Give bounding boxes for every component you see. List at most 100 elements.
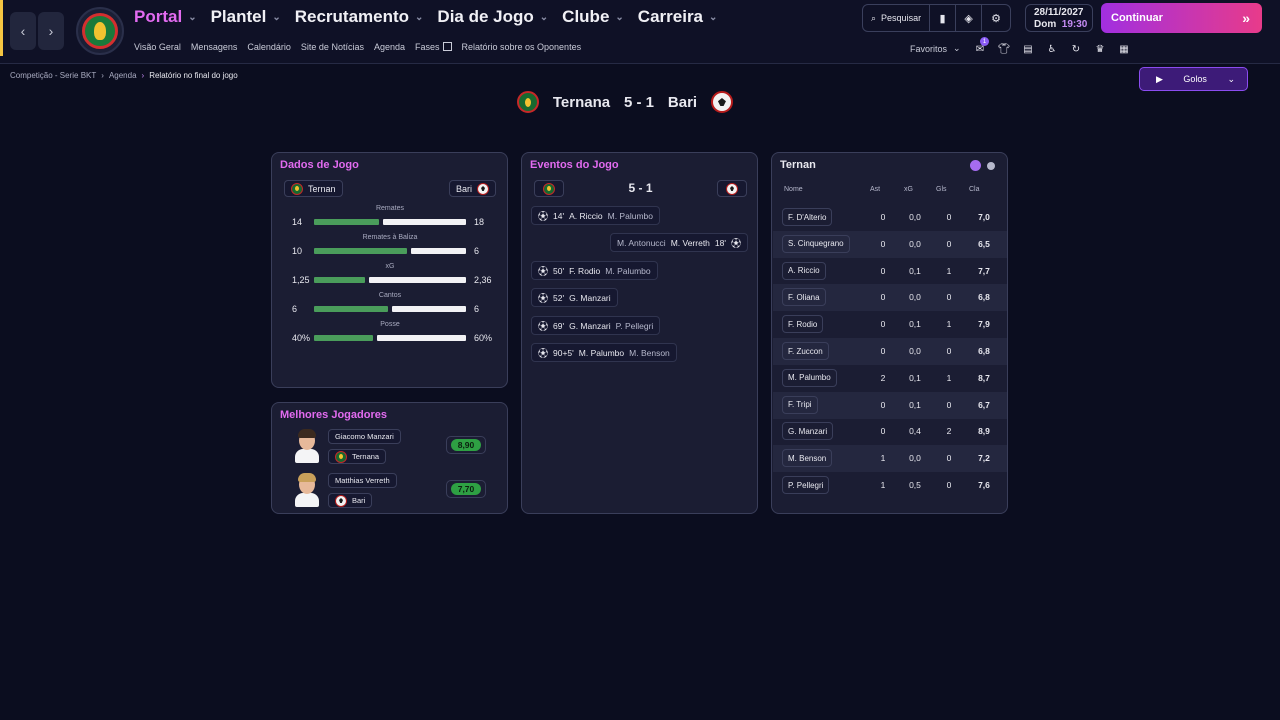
player-name[interactable]: F. D'Alterio (782, 208, 833, 226)
goal-event-row[interactable]: ⚽︎ 50' F. Rodio M. Palumbo (531, 261, 658, 280)
continue-button[interactable]: Continuar » (1101, 3, 1262, 33)
player-team-pill: Ternana (328, 449, 387, 464)
table-row[interactable]: F. Tripi 0 0,1 0 6,7 (773, 391, 1007, 419)
tactics-board-button[interactable]: ▤ (1020, 41, 1036, 57)
table-row[interactable]: A. Riccio 0 0,1 1 7,7 (773, 258, 1007, 285)
search-icon: ⌕ (871, 12, 877, 23)
breadcrumb-agenda[interactable]: Agenda (109, 71, 137, 80)
table-row[interactable]: S. Cinquegrano 0 0,0 0 6,5 (773, 230, 1007, 258)
subnav-visao-geral[interactable]: Visão Geral (134, 42, 181, 52)
back-button[interactable]: ‹ (10, 12, 36, 50)
nav-clube[interactable]: Clube ⌄ (562, 7, 624, 27)
search-button[interactable]: ⌕ Pesquisar (863, 5, 931, 31)
training-button[interactable]: ♿︎ (1044, 41, 1060, 57)
nav-recrutamento[interactable]: Recrutamento ⌄ (295, 7, 424, 27)
best-player-item[interactable]: Matthias Verreth Bari 7,70 (286, 473, 506, 515)
kit-button[interactable]: 👕︎ (996, 41, 1012, 57)
player-name[interactable]: M. Palumbo (782, 368, 837, 387)
date-display[interactable]: 28/11/2027 Dom 19:30 (1025, 4, 1093, 32)
stat-away-bar (383, 219, 466, 225)
player-name[interactable]: F. Zuccon (782, 342, 829, 360)
player-name[interactable]: A. Riccio (782, 261, 826, 280)
club-crest-button[interactable]: ◈ (956, 5, 983, 31)
clipboard-icon: ▤ (1023, 43, 1033, 55)
settings-button[interactable]: ⚙ (982, 5, 1010, 31)
xg-cell: 0,0 (909, 453, 921, 464)
stat-away-bar (377, 335, 466, 341)
date-text: 28/11/2027 (1034, 7, 1084, 18)
event-assist: M. Benson (629, 347, 670, 358)
player-name[interactable]: F. Oliana (782, 288, 826, 307)
page-dot-active[interactable] (970, 160, 981, 171)
table-row[interactable]: P. Pellegri 1 0,5 0 7,6 (773, 472, 1007, 499)
breadcrumb-competition[interactable]: Competição - Serie BKT (10, 71, 96, 80)
bookmark-button[interactable]: ▮ (930, 5, 957, 31)
subnav-site-noticias[interactable]: Site de Notícias (301, 42, 364, 52)
calendar-button[interactable]: ▦ (1116, 41, 1132, 57)
goals-cell: 1 (946, 319, 952, 330)
nav-carreira[interactable]: Carreira ⌄ (638, 7, 718, 27)
stat-away-bar (411, 248, 466, 254)
subnav-mensagens[interactable]: Mensagens (191, 42, 238, 52)
stat-away-bar (392, 306, 466, 312)
table-row[interactable]: F. Zuccon 0 0,0 0 6,8 (773, 338, 1007, 365)
event-minute: 18' (714, 237, 726, 248)
nav-dia-de-jogo[interactable]: Dia de Jogo ⌄ (437, 7, 548, 27)
player-avatar (294, 473, 320, 507)
nav-plantel[interactable]: Plantel ⌄ (211, 7, 281, 27)
football-icon: ⚽︎ (538, 212, 548, 223)
event-scorer: G. Manzari (569, 320, 611, 331)
football-icon: ⚽︎ (538, 322, 548, 333)
table-row[interactable]: G. Manzari 0 0,4 2 8,9 (773, 418, 1007, 445)
goal-event-row[interactable]: ⚽︎ 90+5' M. Palumbo M. Benson (531, 343, 677, 362)
golos-dropdown-button[interactable]: ▶ Golos ⌄ (1139, 67, 1248, 91)
table-row[interactable]: F. Oliana 0 0,0 0 6,8 (773, 284, 1007, 312)
best-player-item[interactable]: Giacomo Manzari Ternana 8,90 (286, 429, 506, 471)
forward-button[interactable]: › (38, 12, 64, 50)
stat-home-value: 1,25 (292, 275, 310, 285)
chevron-down-icon: ⌄ (415, 11, 424, 23)
trophy-icon: ♛ (1095, 43, 1105, 55)
goals-cell: 0 (946, 480, 952, 490)
stat-home-bar (314, 219, 379, 225)
table-row[interactable]: F. D'Alterio 0 0,0 0 7,0 (773, 204, 1007, 231)
subnav-relatorio-oponentes[interactable]: Relatório sobre os Oponentes (462, 42, 582, 52)
player-name[interactable]: F. Rodio (782, 315, 824, 334)
stat-label: xG (385, 263, 395, 270)
goal-event-row[interactable]: M. Antonucci M. Verreth 18' ⚽︎ (610, 233, 748, 252)
inbox-button[interactable]: ✉ 1 (972, 37, 989, 57)
subnav-fases[interactable]: Fases (415, 42, 452, 52)
xg-cell: 0,5 (909, 480, 921, 490)
goal-event-row[interactable]: ⚽︎ 69' G. Manzari P. Pellegri (531, 316, 661, 335)
away-team-pill: Bari (449, 180, 497, 197)
table-row[interactable]: F. Rodio 0 0,1 1 7,9 (773, 311, 1007, 338)
club-logo[interactable] (76, 7, 124, 55)
goal-event-row[interactable]: ⚽︎ 52' G. Manzari (531, 288, 618, 307)
player-name[interactable]: F. Tripi (782, 395, 818, 414)
player-name[interactable]: G. Manzari (782, 422, 834, 441)
table-row[interactable]: M. Benson 1 0,0 0 7,2 (773, 445, 1007, 473)
stat-home-value: 14 (292, 217, 303, 227)
home-team-name: Ternana (552, 93, 611, 111)
stat-label: Posse (380, 321, 400, 328)
favorites-dropdown[interactable]: Favoritos ⌄ (910, 43, 961, 54)
player-name[interactable]: S. Cinquegrano (782, 234, 850, 253)
subnav-calendario[interactable]: Calendário (247, 42, 291, 52)
match-score: 5 - 1 (624, 93, 655, 111)
refresh-button[interactable]: ↻ (1068, 41, 1084, 57)
assists-cell: 0 (880, 212, 886, 222)
panel-title: Eventos do Jogo (530, 159, 619, 171)
trophy-button[interactable]: ♛ (1092, 41, 1108, 57)
nav-portal[interactable]: Portal ⌄ (134, 7, 197, 27)
player-name[interactable]: P. Pellegri (782, 476, 830, 494)
subnav-agenda[interactable]: Agenda (374, 42, 405, 52)
player-name[interactable]: M. Benson (782, 449, 833, 468)
page-dot[interactable] (987, 162, 995, 170)
rating-cell: 6,8 (978, 346, 990, 356)
event-minute: 14' (553, 210, 565, 221)
shirt-icon: 👕︎ (997, 43, 1011, 55)
goal-event-row[interactable]: ⚽︎ 14' A. Riccio M. Palumbo (531, 206, 660, 225)
player-ratings-panel: Ternan Nome Ast xG Gls Cla F. D'Alterio 0… (771, 152, 1008, 514)
table-row[interactable]: M. Palumbo 2 0,1 1 8,7 (773, 365, 1007, 392)
rating-cell: 6,8 (978, 292, 990, 303)
